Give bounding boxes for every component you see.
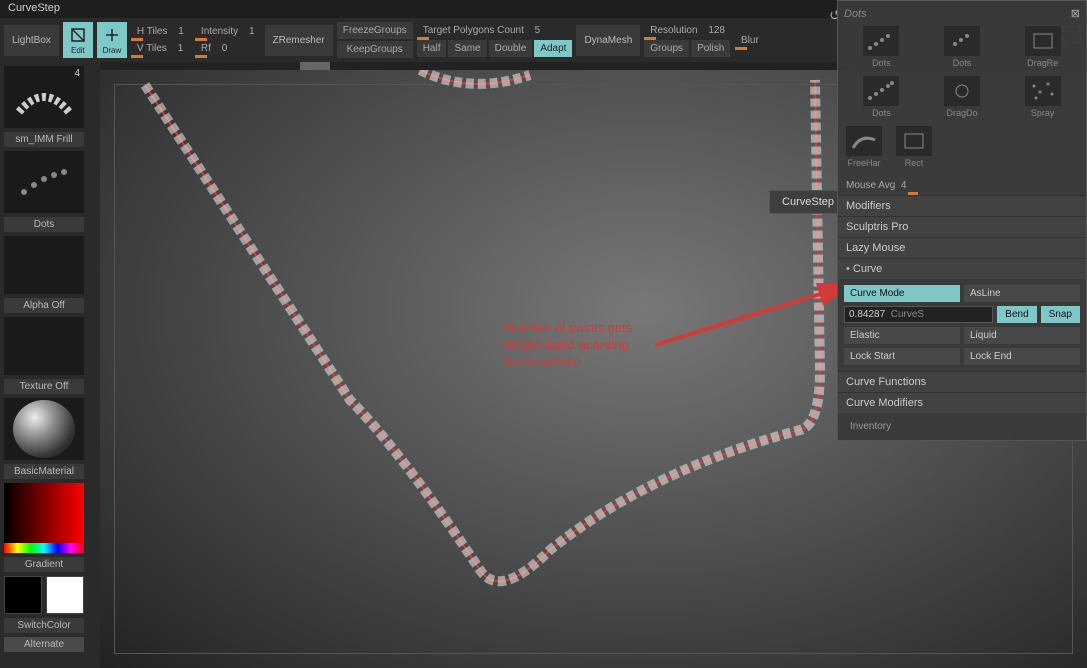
curve-mode-button[interactable]: Curve Mode [844,285,960,302]
draw-mode-button[interactable]: Draw [97,22,127,58]
curve-subpanel: Curve Mode AsLine 0.84287 CurveS Bend Sn… [838,279,1086,371]
material-tile[interactable] [4,398,84,460]
half-button[interactable]: Half [417,40,447,57]
double-button[interactable]: Double [489,40,533,57]
polish-button[interactable]: Polish [691,40,730,57]
color-picker[interactable] [4,483,84,553]
groups-button[interactable]: Groups [644,40,689,57]
rf-slider[interactable]: Rf 0 [195,41,261,56]
brush-label: sm_IMM Frill [4,132,84,147]
edit-icon [69,26,87,46]
same-button[interactable]: Same [448,40,486,57]
history-scrollbar[interactable] [100,62,850,70]
stroke-freehand-button[interactable]: FreeHar [844,124,884,170]
elastic-button[interactable]: Elastic [844,327,960,344]
intensity-slider[interactable]: Intensity 1 [195,24,261,39]
sculptris-section[interactable]: Sculptris Pro [838,216,1086,237]
brush-badge: 4 [74,68,80,79]
texture-label: Texture Off [4,379,84,394]
viewport-tooltip: CurveStep [769,190,847,214]
dynamesh-button[interactable]: DynaMesh [576,25,640,56]
alpha-tile[interactable] [4,236,84,294]
lazymouse-section[interactable]: Lazy Mouse [838,237,1086,258]
liquid-button[interactable]: Liquid [964,327,1080,344]
material-label: BasicMaterial [4,464,84,479]
inventory-label[interactable]: Inventory [838,413,1086,440]
window-title: CurveStep [8,2,60,14]
modifiers-section[interactable]: Modifiers [838,195,1086,216]
curve-modifiers-section[interactable]: Curve Modifiers [838,392,1086,413]
switchcolor-button[interactable]: SwitchColor [4,618,84,633]
brush-tile[interactable]: 4 [4,66,84,128]
gradient-label: Gradient [4,557,84,572]
draw-icon [103,26,121,46]
stroke-label: Dots [4,217,84,232]
frill-brush-icon [14,77,74,117]
stroke-dots-button[interactable]: Dots [861,24,901,70]
adapt-button[interactable]: Adapt [534,40,572,57]
edit-mode-button[interactable]: Edit [63,22,93,58]
texture-tile[interactable] [4,317,84,375]
blur-slider[interactable]: Blur [735,33,795,48]
htiles-slider[interactable]: H Tiles 1 [131,24,191,39]
panel-close-icon[interactable]: ⊠ [1071,7,1080,20]
stroke-dragrect-button[interactable]: Dots [942,24,982,70]
resolution-slider[interactable]: Resolution 128 [644,23,731,38]
stroke-rect-button[interactable]: Rect [894,124,934,170]
left-sidebar: 4 sm_IMM Frill Dots Alpha Off Texture Of… [0,62,95,668]
color-swatch-black[interactable] [4,576,42,614]
vtiles-slider[interactable]: V Tiles 1 [131,41,191,56]
curvestep-input[interactable]: 0.84287 CurveS [844,306,993,323]
mouse-avg-slider[interactable]: Mouse Avg 4 [838,176,1086,195]
lightbox-button[interactable]: LightBox [4,25,59,56]
bend-button[interactable]: Bend [997,306,1036,323]
snap-button[interactable]: Snap [1041,306,1080,323]
curve-functions-section[interactable]: Curve Functions [838,371,1086,392]
keepgroups-button[interactable]: KeepGroups [337,41,413,58]
zremesher-button[interactable]: ZRemesher [265,25,333,56]
stroke-tile[interactable] [4,151,84,213]
color-swatch-white[interactable] [46,576,84,614]
lockstart-button[interactable]: Lock Start [844,348,960,365]
stroke-dragre-button[interactable]: DragRe [1023,24,1063,70]
edit-label: Edit [71,46,85,55]
panel-title: Dots [844,8,867,20]
curve-section[interactable]: Curve [838,258,1086,279]
alpha-label: Alpha Off [4,298,84,313]
dots-stroke-icon [19,167,69,197]
stroke-spray-button[interactable]: Spray [1023,74,1063,120]
target-polygons-slider[interactable]: Target Polygons Count 5 [417,23,573,38]
stroke-panel[interactable]: Dots ⊠ Dots Dots DragRe Dots [837,0,1087,441]
stroke-dragdot-button[interactable]: DragDo [942,74,982,120]
draw-label: Draw [103,46,122,55]
scrollbar-thumb[interactable] [300,62,330,70]
alternate-button[interactable]: Alternate [4,637,84,652]
stroke-dots2-button[interactable]: Dots [861,74,901,120]
asline-button[interactable]: AsLine [964,285,1080,302]
annotation-text: Number of points gets recalculated acord… [505,320,632,371]
lockend-button[interactable]: Lock End [964,348,1080,365]
freezegroups-button[interactable]: FreezeGroups [337,22,413,39]
material-ball-icon [13,400,75,458]
